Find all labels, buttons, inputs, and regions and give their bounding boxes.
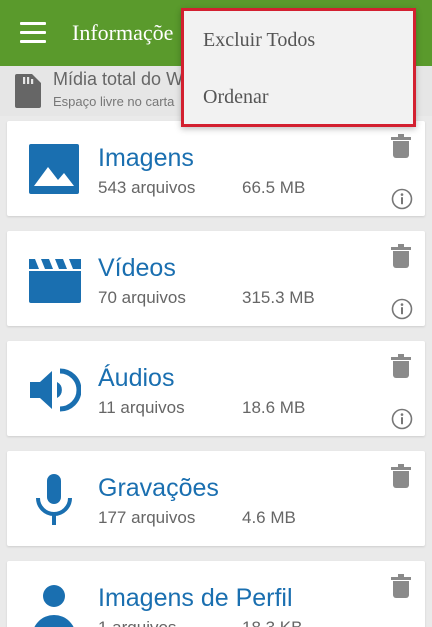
info-icon[interactable] bbox=[391, 298, 413, 320]
trash-icon[interactable] bbox=[391, 574, 411, 598]
category-card-audios[interactable]: Áudios 11 arquivos 18.6 MB bbox=[7, 341, 425, 436]
file-count: 1 arquivos bbox=[98, 618, 176, 627]
category-title: Áudios bbox=[98, 364, 175, 392]
speaker-icon bbox=[30, 368, 81, 412]
file-count: 177 arquivos bbox=[98, 508, 196, 527]
category-card-imagens-de-perfil[interactable]: Imagens de Perfil 1 arquivos 18.3 KB bbox=[7, 561, 425, 627]
category-title: Gravações bbox=[98, 474, 219, 502]
file-count: 543 arquivos bbox=[98, 178, 196, 197]
file-count: 11 arquivos bbox=[98, 398, 185, 417]
category-title: Imagens de Perfil bbox=[98, 584, 293, 612]
microphone-icon bbox=[36, 474, 72, 525]
category-title: Vídeos bbox=[98, 254, 176, 282]
hamburger-menu-icon[interactable] bbox=[20, 22, 46, 44]
file-size: 18.3 KB bbox=[242, 618, 303, 627]
file-size: 315.3 MB bbox=[242, 288, 315, 307]
file-count: 70 arquivos bbox=[98, 288, 186, 307]
file-size: 4.6 MB bbox=[242, 508, 296, 527]
info-icon[interactable] bbox=[391, 408, 413, 430]
storage-title: Mídia total do W bbox=[53, 69, 184, 89]
person-icon bbox=[34, 585, 74, 627]
file-size: 18.6 MB bbox=[242, 398, 306, 417]
trash-icon[interactable] bbox=[391, 464, 411, 488]
trash-icon[interactable] bbox=[391, 134, 411, 158]
storage-subtitle: Espaço livre no carta bbox=[53, 94, 175, 109]
page-title: Informaçõe bbox=[72, 20, 174, 45]
category-card-videos[interactable]: Vídeos 70 arquivos 315.3 MB bbox=[7, 231, 425, 326]
sd-card-icon bbox=[15, 74, 41, 108]
info-icon[interactable] bbox=[391, 188, 413, 210]
category-title: Imagens bbox=[98, 144, 194, 172]
menu-item-ordenar[interactable]: Ordenar bbox=[203, 86, 269, 109]
menu-item-excluir-todos[interactable]: Excluir Todos bbox=[203, 29, 315, 52]
file-size: 66.5 MB bbox=[242, 178, 306, 197]
image-icon bbox=[29, 144, 79, 194]
trash-icon[interactable] bbox=[391, 244, 411, 268]
overflow-menu: Excluir Todos Ordenar bbox=[181, 8, 416, 127]
trash-icon[interactable] bbox=[391, 354, 411, 378]
video-clapper-icon bbox=[29, 259, 81, 303]
category-card-gravacoes[interactable]: Gravações 177 arquivos 4.6 MB bbox=[7, 451, 425, 546]
category-card-imagens[interactable]: Imagens 543 arquivos 66.5 MB bbox=[7, 121, 425, 216]
